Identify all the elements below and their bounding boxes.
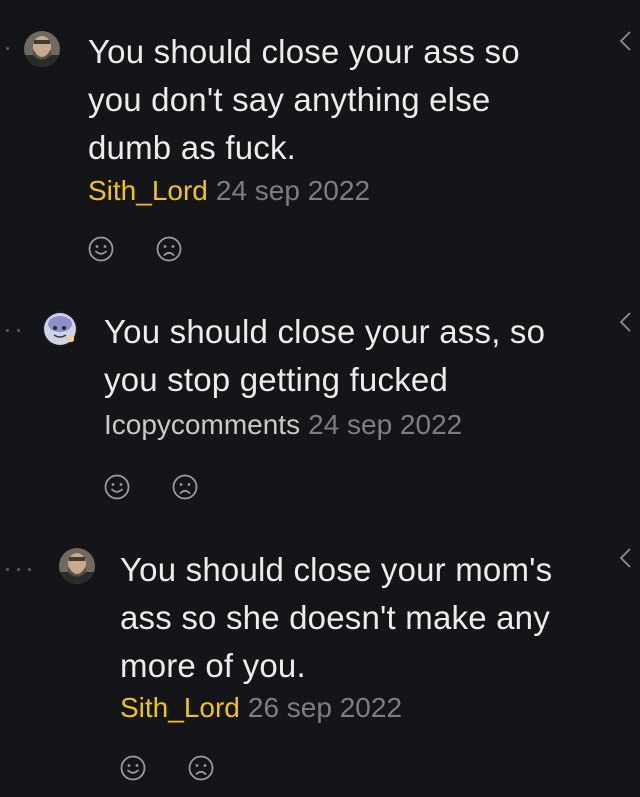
user-avatar[interactable] bbox=[24, 31, 60, 67]
reaction-bar bbox=[104, 474, 198, 500]
comment-text: You should close your ass so you don't s… bbox=[88, 33, 520, 166]
reply-arrow-icon[interactable] bbox=[618, 30, 632, 52]
comment-date: 24 sep 2022 bbox=[215, 175, 371, 206]
user-avatar[interactable] bbox=[59, 548, 95, 584]
thread-depth-indicator bbox=[6, 47, 9, 50]
author-name[interactable]: Icopycomments bbox=[104, 409, 300, 440]
sad-face-icon[interactable] bbox=[172, 474, 198, 500]
author-name[interactable]: Sith_Lord bbox=[88, 175, 208, 206]
comment-date: 24 sep 2022 bbox=[308, 409, 463, 440]
smiley-face-icon[interactable] bbox=[120, 755, 146, 781]
thread-depth-indicator bbox=[6, 568, 31, 571]
reaction-bar bbox=[120, 755, 214, 781]
comment-text: You should close your mom's ass so she d… bbox=[120, 551, 553, 684]
smiley-face-icon[interactable] bbox=[104, 474, 130, 500]
user-avatar[interactable] bbox=[42, 311, 78, 347]
author-name[interactable]: Sith_Lord bbox=[120, 692, 240, 723]
smiley-face-icon[interactable] bbox=[88, 236, 114, 262]
sad-face-icon[interactable] bbox=[188, 755, 214, 781]
comment-meta: Icopycomments 24 sep 2022 bbox=[104, 408, 462, 442]
reply-arrow-icon[interactable] bbox=[618, 547, 632, 569]
comment-date: 26 sep 2022 bbox=[247, 692, 403, 723]
comment-meta: Sith_Lord 24 sep 2022 bbox=[88, 174, 370, 208]
reaction-bar bbox=[88, 236, 182, 262]
sad-face-icon[interactable] bbox=[156, 236, 182, 262]
comment-text: You should close your ass, so you stop g… bbox=[104, 313, 546, 398]
reply-arrow-icon[interactable] bbox=[618, 311, 632, 333]
thread-depth-indicator bbox=[6, 329, 20, 332]
comment-meta: Sith_Lord 26 sep 2022 bbox=[120, 691, 402, 725]
